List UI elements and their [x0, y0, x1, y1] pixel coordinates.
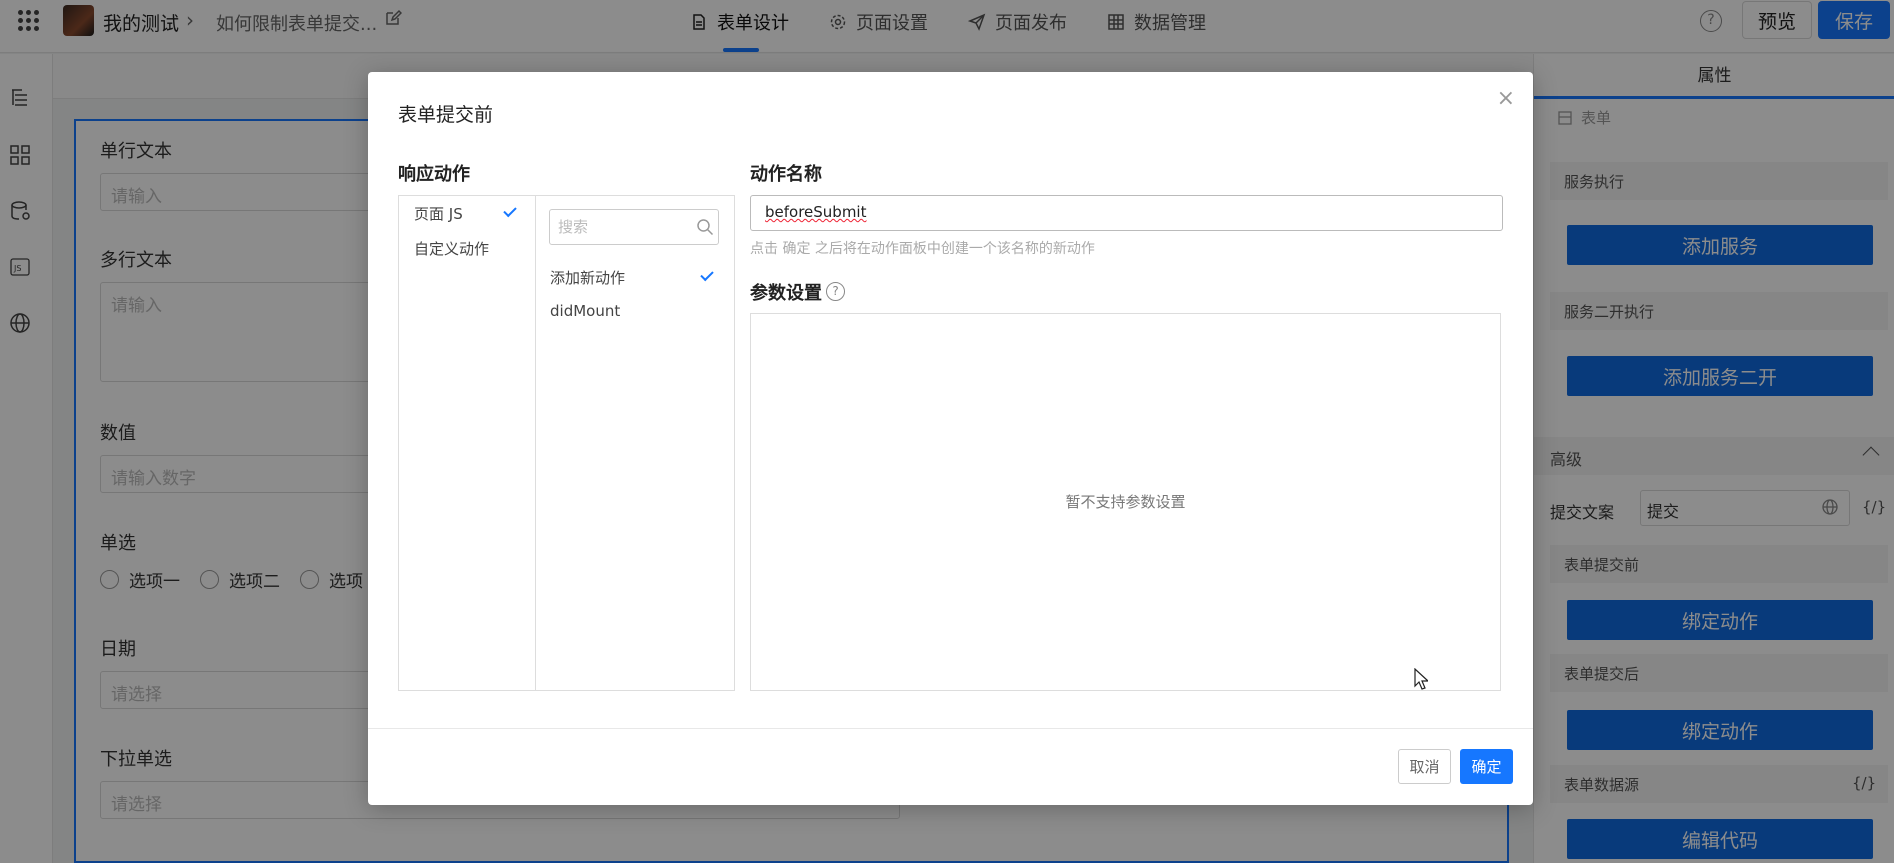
action-selector: 页面 JS 自定义动作 添加新动作 didMount	[398, 195, 735, 691]
dialog-footer	[368, 728, 1533, 805]
action-name-input[interactable]: beforeSubmit	[750, 195, 1503, 231]
cancel-button[interactable]: 取消	[1398, 749, 1451, 784]
close-icon[interactable]: ×	[1497, 86, 1515, 111]
dialog-title: 表单提交前	[398, 104, 494, 126]
action-name-hint: 点击 确定 之后将在动作面板中创建一个该名称的新动作	[750, 241, 1095, 257]
action-name-heading: 动作名称	[750, 164, 822, 185]
check-icon	[700, 267, 714, 282]
action-category-list: 页面 JS 自定义动作	[399, 196, 536, 690]
before-submit-dialog: 表单提交前 × 响应动作 页面 JS 自定义动作 添加新动作 didMount …	[368, 72, 1533, 805]
check-icon	[503, 203, 517, 218]
mouse-cursor-icon	[1414, 668, 1428, 690]
action-didmount[interactable]: didMount	[550, 302, 620, 320]
params-heading: 参数设置	[750, 283, 822, 304]
search-icon[interactable]	[696, 218, 714, 236]
action-add-new[interactable]: 添加新动作	[550, 267, 625, 288]
category-custom-action[interactable]: 自定义动作	[414, 238, 489, 259]
action-list-panel: 添加新动作 didMount	[536, 196, 734, 690]
category-page-js[interactable]: 页面 JS	[414, 203, 463, 224]
response-action-heading: 响应动作	[398, 164, 470, 185]
action-search-input[interactable]	[549, 209, 719, 245]
help-icon[interactable]: ?	[826, 282, 845, 301]
params-empty-text: 暂不支持参数设置	[1065, 493, 1186, 511]
params-panel: 暂不支持参数设置	[750, 313, 1501, 691]
confirm-button[interactable]: 确定	[1460, 749, 1513, 784]
